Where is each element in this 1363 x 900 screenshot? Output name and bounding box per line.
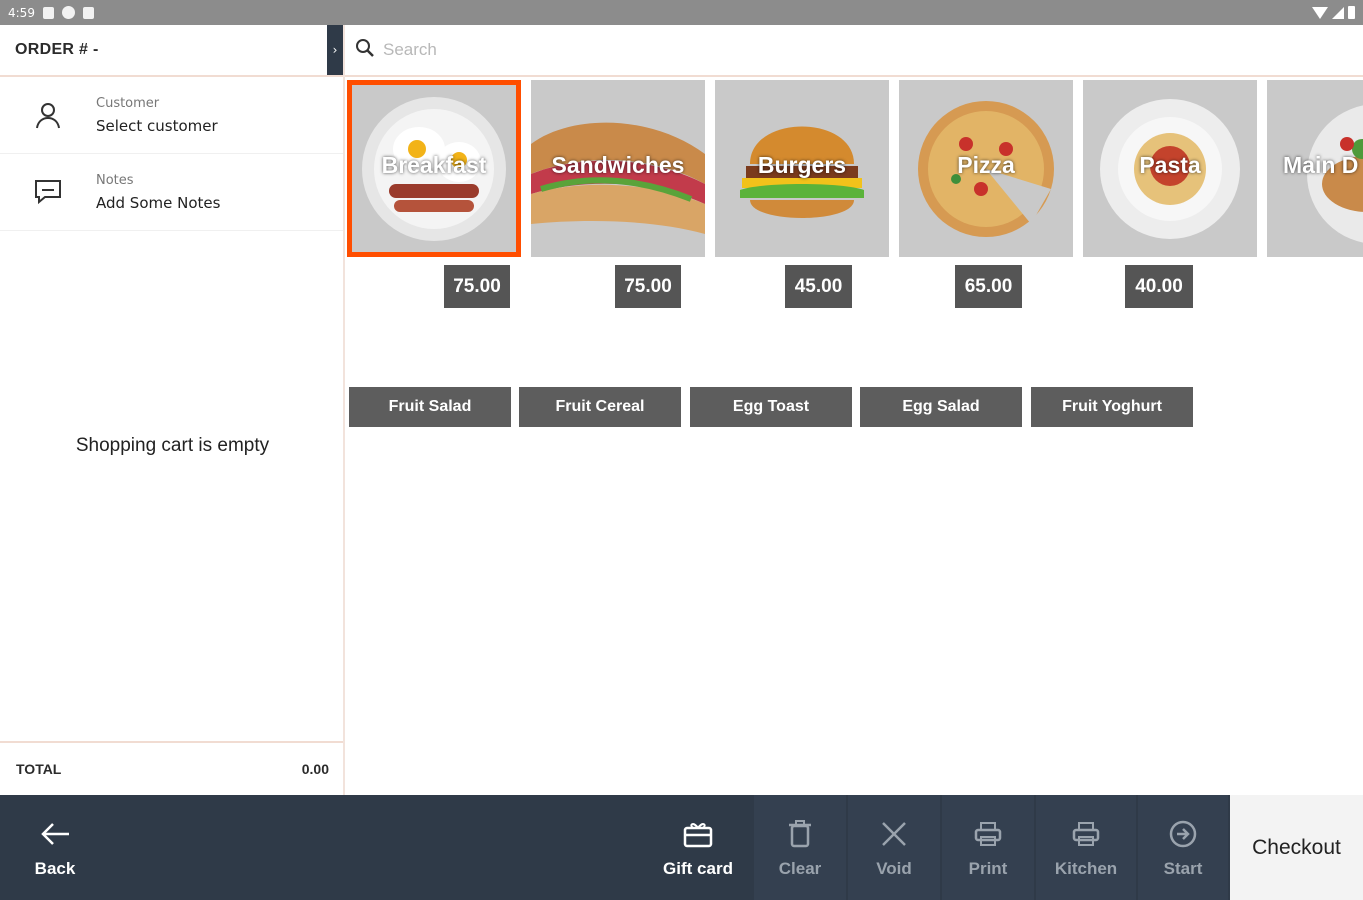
product-button[interactable]: Egg Salad bbox=[860, 387, 1022, 427]
printer-icon bbox=[1072, 817, 1100, 851]
price-tag-breakfast: 75.00 bbox=[444, 265, 510, 308]
trash-icon bbox=[787, 817, 813, 851]
category-tile-sandwiches[interactable]: Sandwiches bbox=[531, 80, 705, 257]
empty-cart-message: Shopping cart is empty bbox=[75, 435, 270, 456]
price-tag-pasta: 40.00 bbox=[1125, 265, 1193, 308]
gift-card-button[interactable]: Gift card bbox=[645, 795, 751, 900]
category-tile-main-dishes[interactable]: Main D bbox=[1267, 80, 1363, 257]
status-bar: 4:59 bbox=[0, 0, 1363, 25]
start-button[interactable]: Start bbox=[1138, 795, 1228, 900]
total-label: TOTAL bbox=[16, 761, 62, 777]
category-tile-pizza[interactable]: Pizza bbox=[899, 80, 1073, 257]
battery-icon bbox=[1348, 6, 1355, 19]
clear-button[interactable]: Clear bbox=[754, 795, 846, 900]
back-button[interactable]: Back bbox=[0, 795, 110, 900]
search-icon bbox=[355, 38, 375, 62]
category-name: Breakfast bbox=[381, 152, 487, 178]
signal-icon bbox=[1332, 6, 1344, 19]
category-tile-breakfast[interactable]: Breakfast bbox=[347, 80, 521, 257]
kitchen-button[interactable]: Kitchen bbox=[1036, 795, 1136, 900]
print-label: Print bbox=[968, 858, 1008, 878]
search-bar bbox=[345, 25, 1363, 77]
kitchen-label: Kitchen bbox=[1054, 858, 1118, 878]
search-input[interactable] bbox=[383, 40, 983, 60]
printer-icon bbox=[974, 817, 1002, 851]
start-label: Start bbox=[1163, 858, 1203, 878]
clock: 4:59 bbox=[8, 5, 35, 20]
gift-card-label: Gift card bbox=[663, 858, 733, 878]
customer-value: Select customer bbox=[96, 116, 218, 135]
cart-panel: ORDER # - › Customer Select customer Not… bbox=[0, 25, 345, 795]
app-notification-icon bbox=[61, 6, 75, 19]
collapse-panel-button[interactable]: › bbox=[327, 25, 343, 75]
category-name: Sandwiches bbox=[551, 152, 685, 178]
product-button[interactable]: Fruit Salad bbox=[349, 387, 511, 427]
close-icon bbox=[880, 817, 908, 851]
order-header: ORDER # - › bbox=[0, 25, 343, 77]
arrow-left-icon bbox=[39, 817, 71, 851]
void-button[interactable]: Void bbox=[848, 795, 940, 900]
wifi-icon bbox=[1312, 6, 1328, 19]
sd-card-icon bbox=[82, 6, 94, 19]
back-label: Back bbox=[34, 858, 76, 878]
price-tag-burgers: 45.00 bbox=[785, 265, 852, 308]
category-tile-pasta[interactable]: Pasta bbox=[1083, 80, 1257, 257]
order-title: ORDER # - bbox=[15, 41, 99, 58]
notes-label: Notes bbox=[96, 172, 134, 188]
category-name: Pizza bbox=[957, 152, 1015, 178]
price-tag-pizza: 65.00 bbox=[955, 265, 1022, 308]
product-button[interactable]: Egg Toast bbox=[690, 387, 852, 427]
category-name: Main D bbox=[1283, 152, 1359, 178]
category-tile-burgers[interactable]: Burgers bbox=[715, 80, 889, 257]
print-button[interactable]: Print bbox=[942, 795, 1034, 900]
product-button[interactable]: Fruit Yoghurt bbox=[1031, 387, 1193, 427]
customer-row[interactable]: Customer Select customer bbox=[0, 77, 343, 154]
category-name: Pasta bbox=[1139, 152, 1201, 178]
total-row: TOTAL 0.00 bbox=[0, 741, 343, 795]
clear-label: Clear bbox=[778, 858, 822, 878]
person-icon bbox=[0, 99, 96, 131]
product-button[interactable]: Fruit Cereal bbox=[519, 387, 681, 427]
sim-icon bbox=[42, 6, 54, 19]
pos-screen: 4:59 ORDER # - › Customer Select custome… bbox=[0, 0, 1363, 900]
checkout-button[interactable]: Checkout bbox=[1230, 795, 1363, 900]
gift-icon bbox=[683, 817, 713, 851]
customer-label: Customer bbox=[96, 95, 160, 111]
notes-row[interactable]: Notes Add Some Notes bbox=[0, 154, 343, 231]
void-label: Void bbox=[876, 858, 912, 878]
comment-icon bbox=[0, 178, 96, 206]
total-value: 0.00 bbox=[301, 761, 329, 777]
category-strip: Breakfast Sandwiches Burgers Pizza Pasta… bbox=[347, 80, 1363, 260]
notes-value: Add Some Notes bbox=[96, 193, 221, 212]
category-name: Burgers bbox=[757, 152, 847, 178]
action-bar: Back Gift card Clear Void Print Kitchen … bbox=[0, 795, 1230, 900]
price-tag-sandwiches: 75.00 bbox=[615, 265, 681, 308]
arrow-circle-right-icon bbox=[1168, 817, 1198, 851]
